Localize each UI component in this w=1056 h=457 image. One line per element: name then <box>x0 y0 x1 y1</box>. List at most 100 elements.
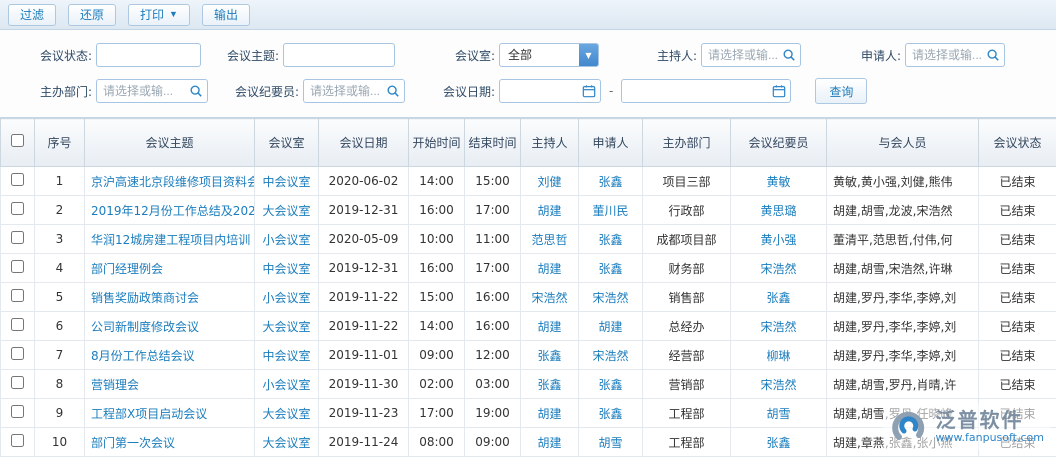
cell-topic: 营销理会 <box>85 370 255 399</box>
row-checkbox[interactable] <box>11 347 24 360</box>
cell-start: 14:00 <box>409 167 465 196</box>
search-icon[interactable] <box>986 48 1000 62</box>
row-checkbox[interactable] <box>11 231 24 244</box>
cell-host: 胡建 <box>521 196 579 225</box>
topic-link[interactable]: 2019年12月份工作总结及2020 <box>91 204 255 218</box>
applicant-link[interactable]: 张鑫 <box>598 262 622 276</box>
row-checkbox[interactable] <box>11 202 24 215</box>
calendar-icon[interactable] <box>772 84 786 98</box>
host-link[interactable]: 张鑫 <box>537 378 561 392</box>
applicant-link[interactable]: 张鑫 <box>598 233 622 247</box>
topic-link[interactable]: 京沪高速北京段维修项目资料会 <box>91 175 255 189</box>
room-link[interactable]: 小会议室 <box>262 233 310 247</box>
search-icon[interactable] <box>189 84 203 98</box>
topic-link[interactable]: 工程部X项目启动会议 <box>91 407 207 421</box>
restore-button[interactable]: 还原 <box>68 4 116 26</box>
chevron-down-icon[interactable]: ▼ <box>579 44 598 66</box>
cell-date: 2020-06-02 <box>319 167 409 196</box>
host-link[interactable]: 范思哲 <box>531 233 567 247</box>
cell-date: 2019-11-30 <box>319 370 409 399</box>
recorder-link[interactable]: 黄思璐 <box>760 204 796 218</box>
cell-end: 17:00 <box>465 254 521 283</box>
host-link[interactable]: 宋浩然 <box>531 291 567 305</box>
room-link[interactable]: 大会议室 <box>262 204 310 218</box>
cell-dept: 行政部 <box>643 196 731 225</box>
row-checkbox[interactable] <box>11 173 24 186</box>
host-link[interactable]: 张鑫 <box>537 349 561 363</box>
room-link[interactable]: 大会议室 <box>262 320 310 334</box>
applicant-link[interactable]: 宋浩然 <box>592 349 628 363</box>
topic-link[interactable]: 部门第一次会议 <box>91 436 175 450</box>
recorder-link[interactable]: 胡雪 <box>766 407 790 421</box>
print-button[interactable]: 打印 ▼ <box>128 4 190 26</box>
cell-participants: 胡建,章燕,张鑫,张小燕 <box>827 428 979 457</box>
row-checkbox[interactable] <box>11 260 24 273</box>
search-icon[interactable] <box>782 48 796 62</box>
search-button[interactable]: 查询 <box>815 78 867 104</box>
host-link[interactable]: 胡建 <box>537 436 561 450</box>
cell-applicant: 宋浩然 <box>579 283 643 312</box>
applicant-link[interactable]: 胡雪 <box>598 436 622 450</box>
topic-link[interactable]: 部门经理例会 <box>91 262 163 276</box>
room-link[interactable]: 大会议室 <box>262 407 310 421</box>
row-checkbox[interactable] <box>11 434 24 447</box>
topic-link[interactable]: 营销理会 <box>91 378 139 392</box>
export-button[interactable]: 输出 <box>202 4 250 26</box>
meeting-table: 序号 会议主题 会议室 会议日期 开始时间 结束时间 主持人 申请人 主办部门 … <box>0 118 1056 457</box>
topic-link[interactable]: 8月份工作总结会议 <box>91 349 195 363</box>
meeting-room-select[interactable]: 全部 ▼ <box>499 43 599 67</box>
applicant-link[interactable]: 董川民 <box>592 204 628 218</box>
cell-start: 09:00 <box>409 341 465 370</box>
recorder-link[interactable]: 黄小强 <box>760 233 796 247</box>
calendar-icon[interactable] <box>582 84 596 98</box>
meeting-topic-input[interactable] <box>283 43 395 67</box>
filter-meeting-date: 会议日期: - <box>433 79 791 103</box>
recorder-link[interactable]: 张鑫 <box>766 291 790 305</box>
cell-participants: 黄敏,黄小强,刘健,熊伟 <box>827 167 979 196</box>
filter-meeting-status: 会议状态: <box>10 43 201 67</box>
room-link[interactable]: 小会议室 <box>262 378 310 392</box>
topic-link[interactable]: 公司新制度修改会议 <box>91 320 199 334</box>
applicant-link[interactable]: 胡建 <box>598 320 622 334</box>
cell-applicant: 胡雪 <box>579 428 643 457</box>
applicant-link[interactable]: 张鑫 <box>598 378 622 392</box>
cell-dept: 销售部 <box>643 283 731 312</box>
applicant-link[interactable]: 张鑫 <box>598 175 622 189</box>
cell-index: 3 <box>35 225 85 254</box>
room-link[interactable]: 中会议室 <box>262 349 310 363</box>
topic-link[interactable]: 销售奖励政策商讨会 <box>91 291 199 305</box>
select-all-checkbox[interactable] <box>11 134 24 147</box>
cell-index: 7 <box>35 341 85 370</box>
host-link[interactable]: 胡建 <box>537 407 561 421</box>
cell-room: 中会议室 <box>255 341 319 370</box>
cell-recorder: 宋浩然 <box>731 370 827 399</box>
host-link[interactable]: 刘健 <box>537 175 561 189</box>
room-link[interactable]: 中会议室 <box>262 262 310 276</box>
meeting-room-label: 会议室: <box>433 47 495 64</box>
meeting-status-input[interactable] <box>96 43 201 67</box>
row-checkbox[interactable] <box>11 289 24 302</box>
host-link[interactable]: 胡建 <box>537 262 561 276</box>
restore-button-label: 还原 <box>80 6 104 23</box>
room-link[interactable]: 中会议室 <box>262 175 310 189</box>
recorder-link[interactable]: 宋浩然 <box>760 320 796 334</box>
recorder-link[interactable]: 张鑫 <box>766 436 790 450</box>
recorder-link[interactable]: 宋浩然 <box>760 262 796 276</box>
room-link[interactable]: 小会议室 <box>262 291 310 305</box>
recorder-link[interactable]: 黄敏 <box>766 175 790 189</box>
meeting-date-end-input[interactable] <box>621 79 791 103</box>
recorder-link[interactable]: 宋浩然 <box>760 378 796 392</box>
row-checkbox[interactable] <box>11 405 24 418</box>
host-link[interactable]: 胡建 <box>537 320 561 334</box>
host-link[interactable]: 胡建 <box>537 204 561 218</box>
recorder-link[interactable]: 柳琳 <box>766 349 790 363</box>
applicant-link[interactable]: 张鑫 <box>598 407 622 421</box>
row-checkbox[interactable] <box>11 318 24 331</box>
room-link[interactable]: 大会议室 <box>262 436 310 450</box>
topic-link[interactable]: 华润12城房建工程项目内培训 <box>91 233 250 247</box>
applicant-link[interactable]: 宋浩然 <box>592 291 628 305</box>
cell-participants: 胡建,罗丹,李华,李婷,刘 <box>827 283 979 312</box>
search-icon[interactable] <box>386 84 400 98</box>
row-checkbox[interactable] <box>11 376 24 389</box>
filter-button[interactable]: 过滤 <box>8 4 56 26</box>
